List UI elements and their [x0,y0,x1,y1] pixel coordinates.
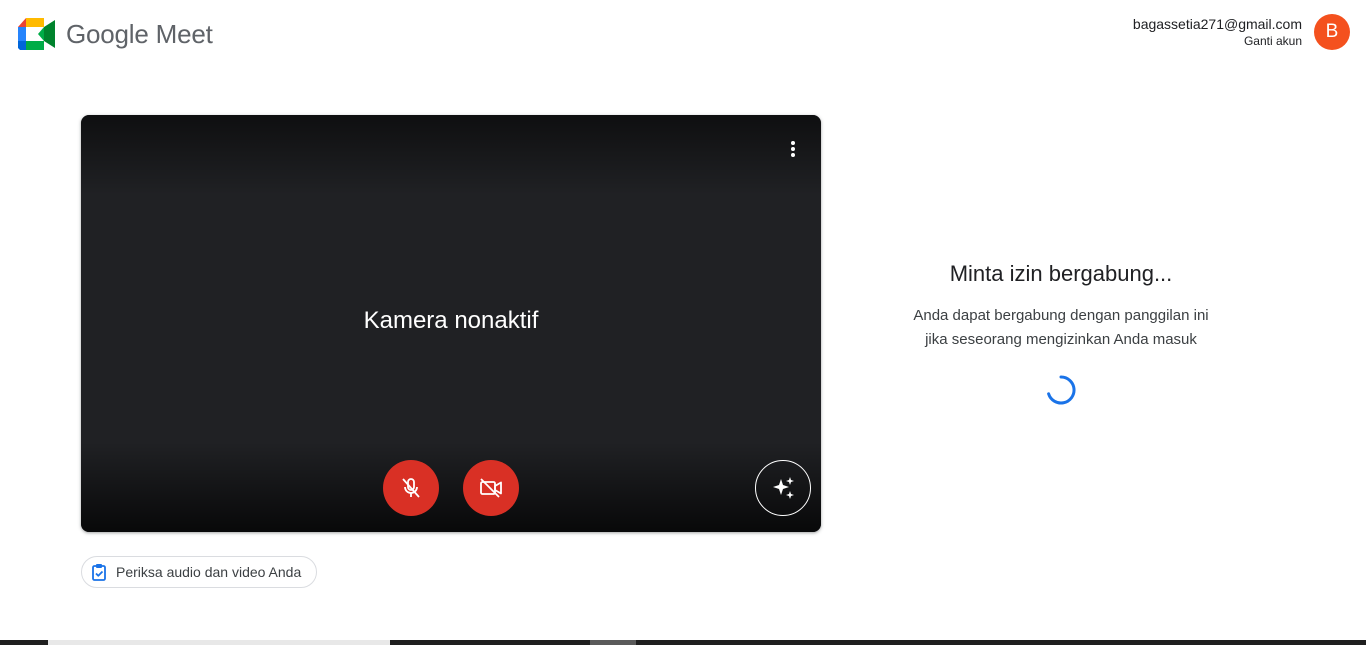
visual-effects-button[interactable] [755,460,811,516]
account-email: bagassetia271@gmail.com [1132,16,1302,32]
camera-off-label: Kamera nonaktif [363,307,539,334]
spinner-icon [1047,375,1076,405]
toggle-microphone-button[interactable] [383,460,439,516]
taskbar-segment [48,640,390,645]
clipboard-check-icon [92,564,106,581]
check-audio-video-label: Periksa audio dan video Anda [116,564,302,580]
join-request-panel: Minta izin bergabung... Anda dapat berga… [900,258,1222,406]
google-meet-logo[interactable]: Google Meet [18,18,213,50]
preview-top-gradient [81,115,821,195]
join-request-title: Minta izin bergabung... [949,261,1173,286]
avatar[interactable]: B [1314,14,1350,50]
mic-off-icon [402,478,420,498]
taskbar-strip [0,640,1366,645]
videocam-off-icon [480,478,502,498]
meet-logo-icon [18,18,55,50]
toggle-camera-button[interactable] [463,460,519,516]
join-request-description: Anda dapat bergabung dengan panggilan in… [913,307,1209,348]
preview-bottom-gradient [81,442,821,532]
video-preview: Kamera nonaktif [81,115,821,532]
more-vertical-icon [791,141,795,157]
more-options-button[interactable] [779,135,807,163]
header: Google Meet bagassetia271@gmail.com Gant… [0,0,1366,70]
account-info: bagassetia271@gmail.com Ganti akun [1133,16,1302,49]
loading-spinner [1045,374,1077,406]
sparkle-icon [773,477,794,499]
switch-account-link[interactable]: Ganti akun [1133,34,1302,49]
taskbar-segment [590,640,636,645]
app-title: Google Meet [66,18,213,49]
check-audio-video-button[interactable]: Periksa audio dan video Anda [81,556,318,588]
